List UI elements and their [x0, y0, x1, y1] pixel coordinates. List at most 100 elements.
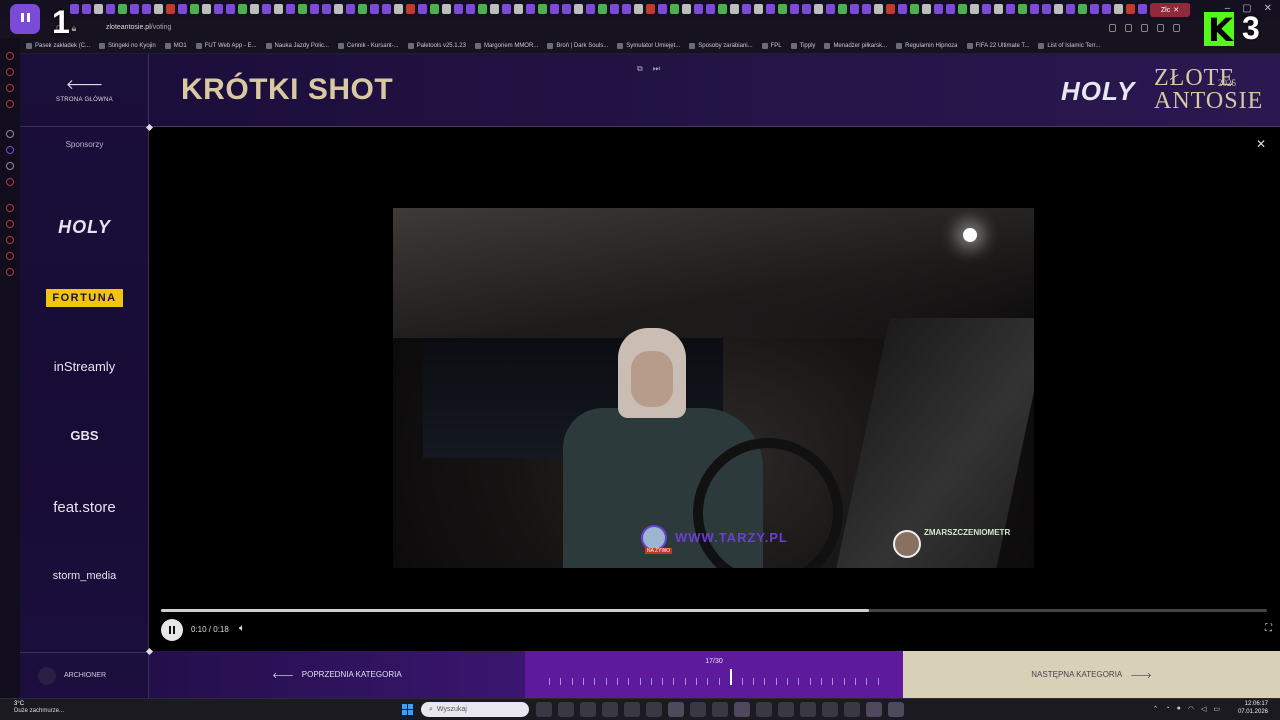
- battery-icon[interactable]: ▭: [1213, 705, 1220, 713]
- tab-favicon-icon[interactable]: [154, 4, 163, 14]
- tab-favicon-icon[interactable]: [550, 4, 559, 14]
- category-tick[interactable]: [673, 678, 675, 685]
- tab-favicon-icon[interactable]: [238, 4, 247, 14]
- tab-favicon-icon[interactable]: [958, 4, 967, 14]
- tab-favicon-icon[interactable]: [466, 4, 475, 14]
- tab-favicon-icon[interactable]: [790, 4, 799, 14]
- tab-favicon-icon[interactable]: [946, 4, 955, 14]
- bookmark-item[interactable]: FPL: [761, 42, 782, 49]
- category-tick[interactable]: [684, 678, 686, 685]
- tab-favicon-icon[interactable]: [190, 4, 199, 14]
- tab-favicon-icon[interactable]: [514, 4, 523, 14]
- tab-favicon-icon[interactable]: [382, 4, 391, 14]
- bookmark-item[interactable]: Regulamin Hipnoza: [896, 42, 958, 49]
- category-tick[interactable]: [877, 678, 879, 685]
- active-tab[interactable]: Złc ✕: [1150, 3, 1190, 17]
- category-tick[interactable]: [787, 678, 789, 685]
- close-icon[interactable]: ✕: [1256, 137, 1266, 151]
- category-tick[interactable]: [843, 678, 845, 685]
- tab-favicon-icon[interactable]: [586, 4, 595, 14]
- rail-app-icon[interactable]: [6, 52, 14, 60]
- app-icon[interactable]: [844, 702, 860, 717]
- steam-icon[interactable]: [646, 702, 662, 717]
- tab-favicon-icon[interactable]: [742, 4, 751, 14]
- tab-favicon-icon[interactable]: [178, 4, 187, 14]
- tab-favicon-icon[interactable]: [262, 4, 271, 14]
- skip-icon[interactable]: ⏭: [653, 64, 660, 74]
- app-icon[interactable]: [712, 702, 728, 717]
- rail-app-icon[interactable]: [6, 220, 14, 228]
- video-player[interactable]: ✕ NA ŻYWO WWW.TARZY.PL ZMARSZCZENIOMETR …: [149, 127, 1280, 651]
- tab-favicon-icon[interactable]: [1102, 4, 1111, 14]
- bookmark-item[interactable]: Cennik - Kursant-...: [337, 42, 399, 49]
- tab-favicon-icon[interactable]: [118, 4, 127, 14]
- tab-favicon-icon[interactable]: [730, 4, 739, 14]
- tab-favicon-icon[interactable]: [94, 4, 103, 14]
- tab-favicon-icon[interactable]: [862, 4, 871, 14]
- category-tick[interactable]: [605, 678, 607, 685]
- tab-favicon-icon[interactable]: [970, 4, 979, 14]
- tab-favicon-icon[interactable]: [598, 4, 607, 14]
- tab-favicon-icon[interactable]: [1054, 4, 1063, 14]
- tab-favicon-icon[interactable]: [226, 4, 235, 14]
- bookmark-icon[interactable]: [1109, 24, 1116, 32]
- wifi-icon[interactable]: ◠: [1188, 705, 1194, 713]
- tab-favicon-icon[interactable]: [298, 4, 307, 14]
- tab-favicon-icon[interactable]: [370, 4, 379, 14]
- category-tick[interactable]: [866, 678, 868, 685]
- rail-twitch-icon[interactable]: [6, 146, 14, 154]
- taskbar-search[interactable]: ⌕ Wyszukaj: [421, 702, 529, 717]
- tab-favicon-icon[interactable]: [1126, 4, 1135, 14]
- screenshot-icon[interactable]: [1125, 24, 1132, 32]
- tab-favicon-icon[interactable]: [562, 4, 571, 14]
- bookmark-item[interactable]: Symulator Umiejęt...: [617, 42, 680, 49]
- tab-favicon-icon[interactable]: [478, 4, 487, 14]
- tab-favicon-icon[interactable]: [634, 4, 643, 14]
- sponsor-fortuna-logo[interactable]: FORTUNA: [20, 288, 149, 307]
- tab-favicon-icon[interactable]: [802, 4, 811, 14]
- tab-favicon-icon[interactable]: [454, 4, 463, 14]
- rail-app-icon[interactable]: [6, 178, 14, 186]
- tab-favicon-icon[interactable]: [682, 4, 691, 14]
- tab-favicon-icon[interactable]: [1114, 4, 1123, 14]
- category-tick[interactable]: [832, 678, 834, 685]
- category-progress[interactable]: 17/30: [525, 651, 903, 698]
- tab-favicon-icon[interactable]: [214, 4, 223, 14]
- tab-favicon-icon[interactable]: [706, 4, 715, 14]
- rail-app-icon[interactable]: [6, 68, 14, 76]
- tab-favicon-icon[interactable]: [766, 4, 775, 14]
- bookmark-item[interactable]: FIFA 22 Ultimate T...: [966, 42, 1029, 49]
- tab-favicon-icon[interactable]: [1042, 4, 1051, 14]
- category-tick[interactable]: [594, 678, 596, 685]
- video-progress-bar[interactable]: [161, 609, 1267, 612]
- category-tick[interactable]: [741, 678, 743, 685]
- mic-icon[interactable]: ●: [1177, 705, 1181, 713]
- tab-favicon-icon[interactable]: [526, 4, 535, 14]
- tab-favicon-icon[interactable]: [334, 4, 343, 14]
- tab-favicon-icon[interactable]: [106, 4, 115, 14]
- category-tick[interactable]: [707, 678, 709, 685]
- category-tick[interactable]: [639, 678, 641, 685]
- category-tick[interactable]: [798, 678, 800, 685]
- tab-favicon-icon[interactable]: [1030, 4, 1039, 14]
- tab-favicon-icon[interactable]: [778, 4, 787, 14]
- sponsor-holy-logo[interactable]: HOLY: [20, 217, 149, 238]
- previous-category-button[interactable]: 🡐 POPRZEDNIA KATEGORIA: [149, 651, 525, 698]
- category-tick[interactable]: [775, 678, 777, 685]
- tab-favicon-icon[interactable]: [718, 4, 727, 14]
- tab-favicon-icon[interactable]: [502, 4, 511, 14]
- app-icon[interactable]: [778, 702, 794, 717]
- tab-favicon-icon[interactable]: [814, 4, 823, 14]
- tab-favicon-icon[interactable]: [982, 4, 991, 14]
- app-icon[interactable]: [690, 702, 706, 717]
- tab-favicon-icon[interactable]: [874, 4, 883, 14]
- bookmark-item[interactable]: Tipply: [790, 42, 815, 49]
- tab-favicon-icon[interactable]: [442, 4, 451, 14]
- tab-favicon-icon[interactable]: [994, 4, 1003, 14]
- tab-favicon-icon[interactable]: [358, 4, 367, 14]
- category-tick[interactable]: [560, 678, 562, 685]
- category-tick[interactable]: [821, 678, 822, 685]
- bookmark-item[interactable]: FUT Web App - E...: [195, 42, 257, 49]
- app-icon[interactable]: [888, 702, 904, 717]
- category-tick[interactable]: [616, 678, 618, 685]
